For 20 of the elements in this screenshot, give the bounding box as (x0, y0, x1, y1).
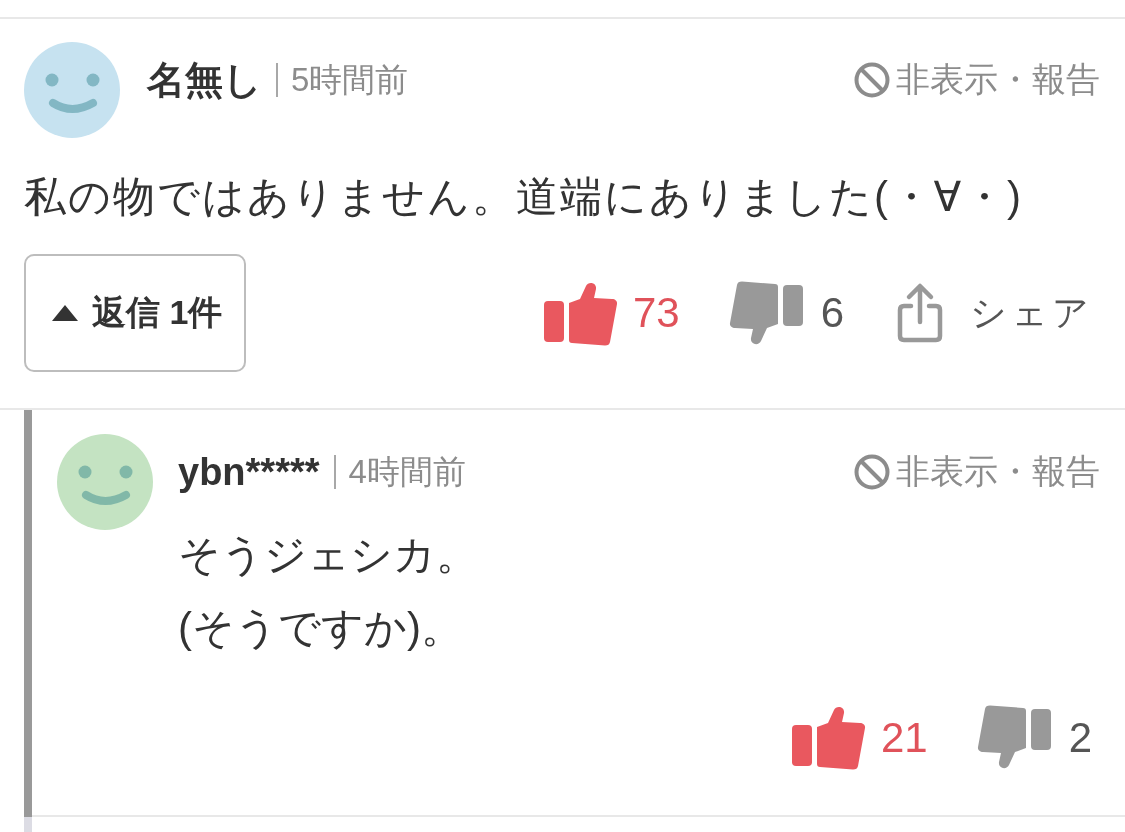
dislike-button[interactable]: 2 (976, 705, 1092, 770)
like-button[interactable]: 21 (791, 705, 928, 770)
post-time: 5時間前 (291, 59, 409, 100)
share-icon (896, 282, 944, 344)
post-time: 4時間前 (348, 451, 466, 492)
author-name: 名無し (147, 57, 262, 103)
ban-icon (854, 62, 890, 98)
comment-text: 私の物ではありません。道端にありました(・∀・) (24, 172, 1024, 222)
like-button[interactable]: 73 (543, 280, 680, 346)
ban-icon (854, 454, 890, 490)
thumbs-down-icon (976, 705, 1051, 770)
dislike-button[interactable]: 6 (728, 280, 844, 346)
comment-text: そうジェシカ。 (そうですか)。 (178, 530, 479, 653)
thumbs-down-icon (728, 280, 803, 346)
thread-bar (24, 817, 32, 832)
thumbs-up-icon (791, 705, 866, 770)
replies-toggle-button[interactable]: 返信 1件 (24, 254, 246, 372)
thumbs-up-icon (543, 280, 618, 346)
author-name: ybn***** (178, 450, 320, 494)
share-button[interactable]: シェア (896, 282, 1093, 344)
